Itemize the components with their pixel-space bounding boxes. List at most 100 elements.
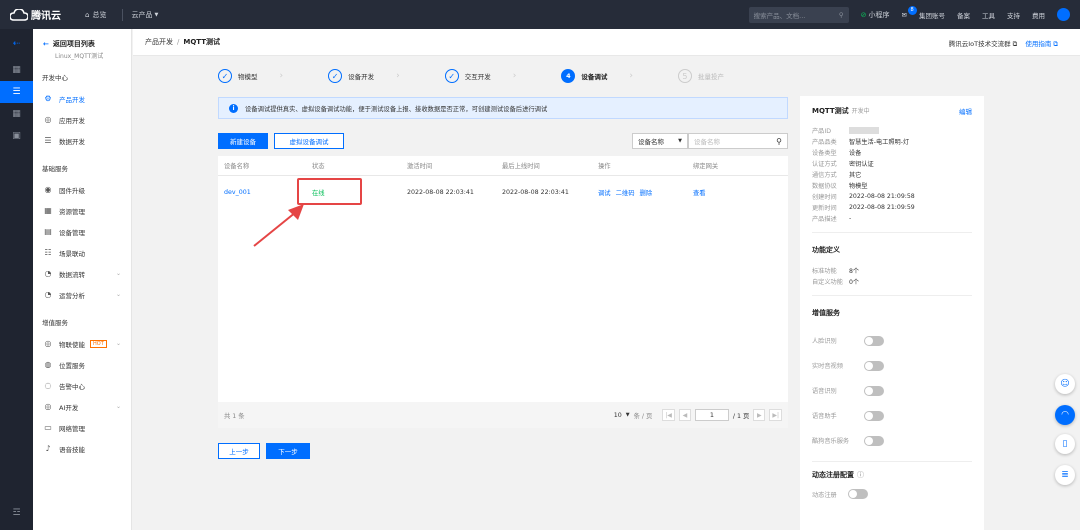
help-icon[interactable]: ⓘ bbox=[857, 471, 864, 479]
location-icon: ◍ bbox=[44, 360, 52, 369]
top-navbar: 腾讯云 ⌂ 总览 云产品 ▼ 搜索产品、文档... ⚲ ⊘ 小程序 ✉ 8 集团账号 备案… bbox=[0, 0, 1080, 29]
sidebar-item-alerts[interactable]: ◌ 告警中心 bbox=[33, 375, 131, 396]
edit-link[interactable]: 编辑 bbox=[959, 106, 972, 116]
delete-link[interactable]: 删除 bbox=[640, 190, 653, 197]
collapse-icon[interactable]: ⇠ bbox=[0, 29, 33, 59]
sidebar-item-devices[interactable]: ▤ 设备管理 bbox=[33, 221, 131, 242]
headset-icon[interactable]: ◠ bbox=[1055, 405, 1075, 425]
menu-icon[interactable]: ☲ bbox=[0, 502, 33, 524]
check-icon: ✓ bbox=[328, 69, 343, 83]
grid-icon[interactable]: ▦ bbox=[0, 59, 33, 81]
service-label: 酷狗音乐服务 bbox=[812, 438, 850, 445]
miniapp-label: 小程序 bbox=[868, 10, 890, 19]
first-page-button[interactable]: |◀ bbox=[662, 409, 675, 421]
miniapp-link[interactable]: ⊘ 小程序 bbox=[861, 10, 890, 20]
field-row: 通信方式 其它 bbox=[812, 169, 972, 180]
brand-logo[interactable]: 腾讯云 bbox=[0, 7, 85, 22]
sidebar-item-data-flow[interactable]: ◔ 数据流转 ⌄ bbox=[33, 263, 131, 284]
breadcrumb-parent[interactable]: 产品开发 bbox=[145, 37, 173, 47]
last-page-button[interactable]: ▶| bbox=[769, 409, 782, 421]
user-avatar-icon[interactable] bbox=[1057, 8, 1070, 21]
cost-menu[interactable]: 费用 bbox=[1032, 10, 1045, 20]
ai-icon: ◎ bbox=[44, 402, 52, 411]
list-icon[interactable]: ≣ bbox=[1055, 465, 1075, 485]
search-icon[interactable]: ⚲ bbox=[839, 11, 844, 19]
qrcode-link[interactable]: 二维码 bbox=[616, 190, 635, 197]
sidebar-item-scenes[interactable]: ☷ 场景联动 bbox=[33, 242, 131, 263]
step-interaction-dev[interactable]: ✓ 交互开发 bbox=[444, 69, 491, 83]
search-icon[interactable]: ⚲ bbox=[776, 137, 782, 146]
next-page-button[interactable]: ▶ bbox=[753, 409, 766, 421]
product-id-redacted bbox=[849, 127, 879, 134]
sidebar-item-resources[interactable]: ▦ 资源管理 bbox=[33, 200, 131, 221]
smile-icon[interactable]: ☺ bbox=[1055, 374, 1075, 394]
header-actions: 操作 bbox=[598, 163, 611, 170]
guide-link[interactable]: 使用指南 bbox=[1025, 40, 1051, 48]
new-device-button[interactable]: 新建设备 bbox=[218, 133, 268, 149]
sidebar-item-network[interactable]: ▭ 网络管理 bbox=[33, 417, 131, 438]
dynamic-reg-toggle[interactable] bbox=[848, 489, 868, 499]
support-menu[interactable]: 支持 bbox=[1007, 10, 1020, 20]
step-thing-model[interactable]: ✓ 物模型 bbox=[218, 69, 258, 83]
global-search-input[interactable]: 搜索产品、文档... ⚲ bbox=[748, 6, 849, 23]
product-state: 开发中 bbox=[851, 108, 870, 115]
products-menu[interactable]: 云产品 ▼ bbox=[131, 10, 158, 20]
rtc-toggle[interactable] bbox=[864, 360, 884, 371]
view-gateway-link[interactable]: 查看 bbox=[693, 188, 788, 197]
field-value: 设备 bbox=[849, 150, 862, 157]
miniapp-icon: ⊘ bbox=[860, 10, 867, 19]
page-input[interactable]: 1 bbox=[694, 409, 729, 421]
tools-menu[interactable]: 工具 bbox=[982, 10, 995, 20]
speech-recognition-toggle[interactable] bbox=[864, 385, 884, 396]
caret-down-icon: ▼ bbox=[678, 138, 682, 144]
device-search-input[interactable]: 设备名称 ⚲ bbox=[688, 133, 788, 149]
firmware-icon: ◉ bbox=[44, 185, 52, 194]
account-menu[interactable]: 集团账号 bbox=[919, 10, 945, 20]
home-link[interactable]: ⌂ 总览 bbox=[85, 10, 106, 20]
divider bbox=[122, 8, 124, 21]
virtual-debug-button[interactable]: 虚拟设备调试 bbox=[274, 133, 344, 149]
service-row: 动态注册 bbox=[812, 488, 972, 500]
dynamic-reg-title: 动态注册配置 ⓘ bbox=[812, 470, 972, 480]
voice-assistant-toggle[interactable] bbox=[864, 410, 884, 421]
sidebar-item-enable[interactable]: ◎ 物联使能 HOT ⌄ bbox=[33, 333, 131, 354]
apps-icon[interactable]: ▦ bbox=[0, 103, 33, 125]
sidebar-item-product-dev[interactable]: ⚙ 产品开发 bbox=[33, 88, 131, 109]
sidebar-item-label: AI开发 bbox=[59, 403, 79, 412]
music-service-toggle[interactable] bbox=[864, 435, 884, 446]
prev-step-button[interactable]: 上一步 bbox=[218, 443, 260, 459]
service-row: 人脸识别 bbox=[812, 328, 972, 353]
step-device-dev[interactable]: ✓ 设备开发 bbox=[328, 69, 374, 83]
field-key: 数据协议 bbox=[812, 183, 837, 190]
section-dev: 开发中心 bbox=[42, 74, 68, 82]
sidebar-item-ai[interactable]: ◎ AI开发 ⌄ bbox=[33, 396, 131, 417]
sidebar-item-label: 固件升级 bbox=[59, 186, 85, 195]
forum-link[interactable]: 腾讯云IoT技术交流群 bbox=[949, 40, 1011, 48]
progress-steps: ✓ 物模型 › ✓ 设备开发 › ✓ 交互开发 › 4 设备调试 › 5 批量投产 bbox=[218, 67, 788, 85]
book-icon[interactable]: ▯ bbox=[1055, 434, 1075, 454]
sidebar-item-firmware[interactable]: ◉ 固件升级 bbox=[33, 179, 131, 200]
list-icon[interactable]: ☰ bbox=[0, 81, 33, 103]
back-to-projects-link[interactable]: ← 返回项目列表 bbox=[33, 29, 131, 49]
next-step-button[interactable]: 下一步 bbox=[266, 443, 310, 459]
prev-page-button[interactable]: ◀ bbox=[678, 409, 691, 421]
step-label: 设备调试 bbox=[581, 73, 608, 81]
billing-link[interactable]: 备案 bbox=[957, 10, 970, 20]
sidebar-item-analytics[interactable]: ◔ 运营分析 ⌄ bbox=[33, 284, 131, 305]
debug-link[interactable]: 调试 bbox=[598, 190, 611, 197]
panel-icon[interactable]: ▣ bbox=[0, 125, 33, 147]
step-number: 5 bbox=[677, 69, 692, 83]
page-total: / 1 页 bbox=[732, 412, 750, 420]
service-label: 动态注册 bbox=[812, 491, 837, 499]
sidebar-item-voice[interactable]: ♪ 语音技能 bbox=[33, 438, 131, 459]
step-device-debug[interactable]: 4 设备调试 bbox=[561, 69, 607, 83]
page-size-select[interactable]: 10 bbox=[614, 412, 622, 419]
search-field-select[interactable]: 设备名称 ▼ bbox=[632, 133, 688, 149]
divider bbox=[812, 232, 972, 233]
message-button[interactable]: ✉ 8 bbox=[902, 5, 917, 19]
sidebar-item-app-dev[interactable]: ◎ 应用开发 bbox=[33, 109, 131, 130]
product-name: MQTT测试 bbox=[812, 107, 849, 115]
face-recognition-toggle[interactable] bbox=[864, 335, 884, 346]
sidebar-item-location[interactable]: ◍ 位置服务 bbox=[33, 354, 131, 375]
sidebar-item-data-dev[interactable]: ☰ 数据开发 bbox=[33, 130, 131, 151]
